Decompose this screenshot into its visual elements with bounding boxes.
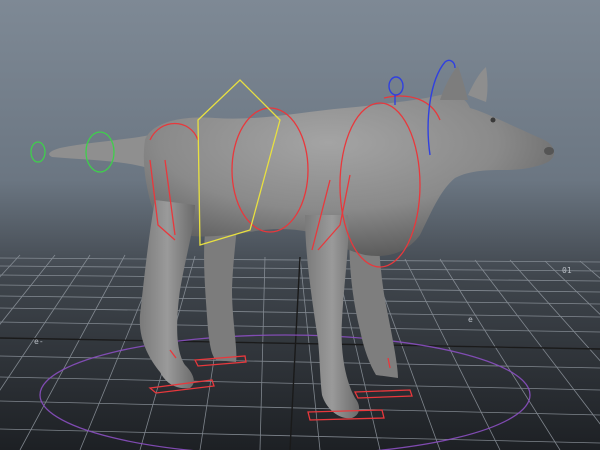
grid-label-center: e <box>468 315 473 324</box>
world-control-circle[interactable] <box>39 334 531 450</box>
ground-grid <box>0 254 600 450</box>
head-lookat-control <box>388 76 404 96</box>
grid-label-left: e- <box>34 337 44 346</box>
wolf-ear-back <box>440 66 468 100</box>
viewport-scene[interactable] <box>0 0 600 450</box>
wolf-nose <box>544 147 554 155</box>
maya-viewport[interactable]: 01 e- e <box>0 0 600 450</box>
foot-control-front-right <box>353 389 413 399</box>
grid-label-right: 01 <box>562 266 572 275</box>
wolf-eye <box>490 117 496 123</box>
tail-control-tip <box>30 141 46 163</box>
wolf-ear-front <box>468 67 488 102</box>
wolf-tail <box>49 135 150 168</box>
